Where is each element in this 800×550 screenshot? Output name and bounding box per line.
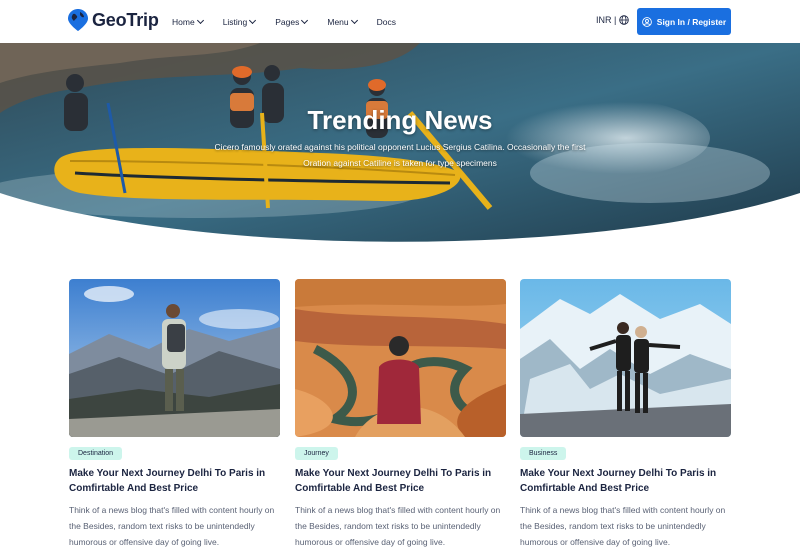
chevron-down-icon bbox=[350, 16, 358, 24]
news-card[interactable]: Business Make Your Next Journey Delhi To… bbox=[520, 279, 731, 550]
nav-item-listing[interactable]: Listing bbox=[222, 16, 257, 27]
signin-label: Sign In / Register bbox=[656, 16, 727, 27]
nav-item-docs[interactable]: Docs bbox=[377, 17, 396, 27]
news-card[interactable]: Journey Make Your Next Journey Delhi To … bbox=[295, 279, 506, 550]
chevron-down-icon bbox=[196, 16, 204, 24]
card-excerpt: Think of a news blog that's filled with … bbox=[69, 505, 275, 547]
currency-selector[interactable]: INR | bbox=[596, 15, 630, 25]
hero-banner: Trending News Cicero famously orated aga… bbox=[0, 43, 800, 243]
signin-register-button[interactable]: Sign In / Register bbox=[637, 8, 731, 35]
site-header: GeoTrip Home Listing Pages Menu Docs INR… bbox=[0, 0, 800, 43]
chevron-down-icon bbox=[249, 16, 257, 24]
card-image-canyon-viewer[interactable] bbox=[295, 279, 506, 437]
nav-item-label: Menu bbox=[327, 16, 349, 27]
card-title[interactable]: Make Your Next Journey Delhi To Paris in… bbox=[520, 466, 720, 496]
nav-item-pages[interactable]: Pages bbox=[275, 16, 309, 27]
nav-item-menu[interactable]: Menu bbox=[327, 16, 358, 27]
user-icon bbox=[641, 16, 652, 27]
category-badge[interactable]: Business bbox=[520, 447, 567, 460]
brand-name: GeoTrip bbox=[92, 9, 159, 30]
news-card[interactable]: Destination Make Your Next Journey Delhi… bbox=[69, 279, 280, 550]
currency-label: INR | bbox=[596, 15, 617, 25]
nav-item-label: Listing bbox=[222, 16, 248, 27]
nav-item-label: Pages bbox=[275, 16, 300, 27]
category-badge[interactable]: Destination bbox=[69, 447, 123, 460]
hero-subtitle: Cicero famously orated against his polit… bbox=[214, 142, 586, 168]
nav-item-label: Docs bbox=[376, 16, 397, 27]
globe-pin-icon bbox=[68, 9, 88, 31]
nav-item-label: Home bbox=[172, 16, 195, 27]
card-image-snow-mountain-couple[interactable] bbox=[520, 279, 731, 437]
hero-title: Trending News bbox=[307, 105, 493, 135]
card-title[interactable]: Make Your Next Journey Delhi To Paris in… bbox=[69, 466, 269, 496]
brand-logo[interactable]: GeoTrip bbox=[68, 9, 159, 31]
card-title[interactable]: Make Your Next Journey Delhi To Paris in… bbox=[295, 466, 495, 496]
nav-item-home[interactable]: Home bbox=[172, 16, 204, 27]
globe-icon bbox=[619, 15, 630, 25]
chevron-down-icon bbox=[301, 16, 309, 24]
card-image-mountain-hiker[interactable] bbox=[69, 279, 280, 437]
category-badge[interactable]: Journey bbox=[295, 447, 338, 460]
card-excerpt: Think of a news blog that's filled with … bbox=[520, 505, 726, 547]
card-excerpt: Think of a news blog that's filled with … bbox=[295, 505, 501, 547]
main-nav: Home Listing Pages Menu Docs bbox=[172, 0, 416, 43]
